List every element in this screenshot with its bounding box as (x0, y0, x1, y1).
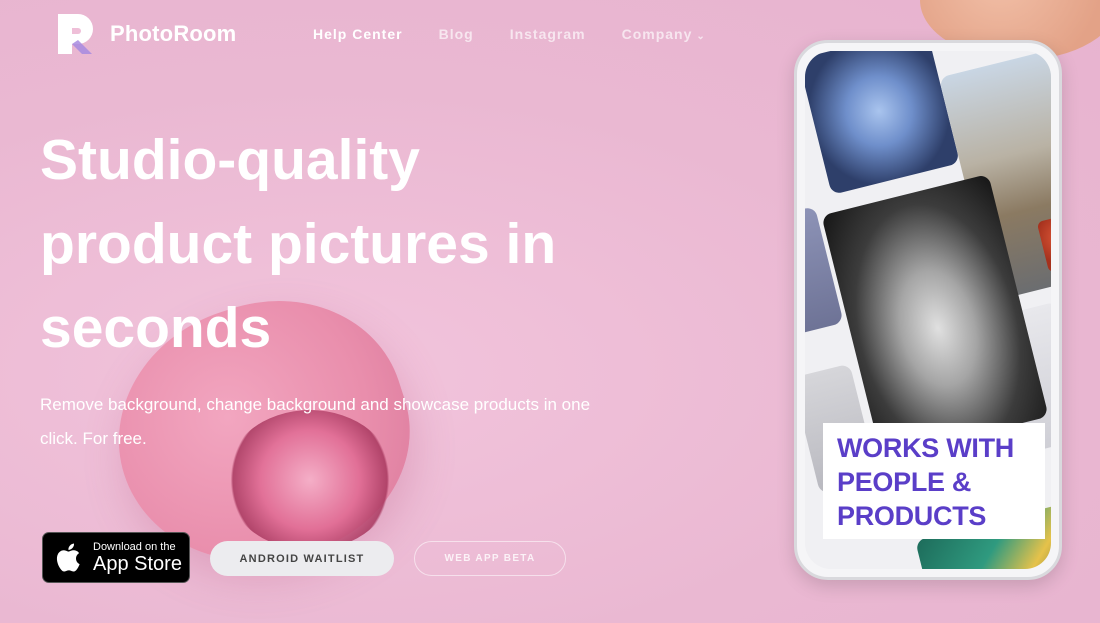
works-with-callout: WORKS WITH PEOPLE & PRODUCTS (823, 423, 1045, 539)
app-store-label: App Store (93, 552, 182, 575)
photoroom-logo-icon (58, 14, 93, 54)
page-title: Studio-quality product pictures in secon… (40, 128, 557, 360)
logo[interactable]: PhotoRoom (52, 10, 236, 58)
callout-line: WORKS WITH (837, 433, 1014, 463)
web-app-beta-button[interactable]: WEB APP BETA (414, 541, 566, 576)
phone-screen: WORKS WITH PEOPLE & PRODUCTS (805, 51, 1051, 569)
nav-help-center[interactable]: Help Center (313, 26, 403, 42)
apple-icon (56, 543, 80, 572)
callout-line: PEOPLE & (837, 467, 972, 497)
android-waitlist-button[interactable]: ANDROID WAITLIST (210, 541, 394, 576)
chevron-down-icon: ⌄ (696, 31, 706, 42)
nav-blog[interactable]: Blog (439, 26, 474, 42)
app-store-small-label: Download on the (93, 540, 176, 553)
nav-company[interactable]: Company ⌄ (622, 26, 706, 42)
nav-instagram[interactable]: Instagram (510, 26, 586, 42)
crystal-photo (805, 51, 960, 195)
top-nav: Help Center Blog Instagram Company ⌄ (313, 26, 706, 42)
car-image (1036, 212, 1051, 273)
nav-company-label: Company (621, 26, 693, 42)
callout-line: PRODUCTS (837, 501, 987, 531)
phone-mockup: WORKS WITH PEOPLE & PRODUCTS (794, 40, 1062, 580)
app-store-button[interactable]: Download on the App Store (42, 532, 190, 583)
brand-name: PhotoRoom (110, 21, 237, 46)
hero-subtitle: Remove background, change background and… (40, 395, 591, 448)
